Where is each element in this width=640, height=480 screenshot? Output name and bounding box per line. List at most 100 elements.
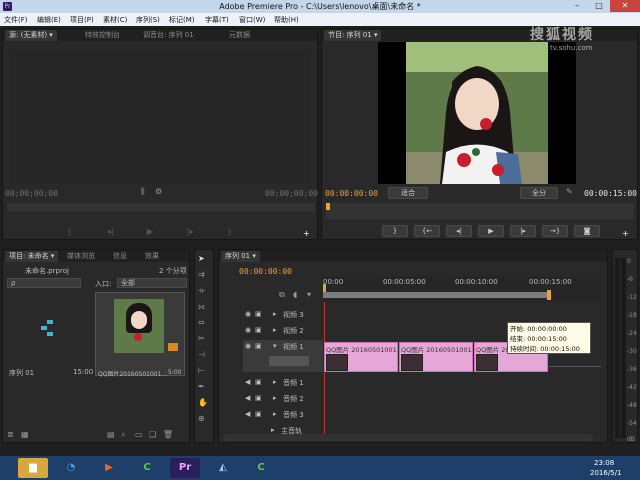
program-step-back-icon[interactable]: ◂| <box>446 225 472 237</box>
lock-icon[interactable]: ▣ <box>255 326 262 334</box>
timeline-ruler[interactable]: 00:00 00:00:05:00 00:00:10:00 00:00:15:0… <box>323 276 601 302</box>
speaker-icon[interactable]: ◀ <box>245 378 250 386</box>
menu-window[interactable]: 窗口(W) <box>239 15 265 25</box>
program-quality-dropdown[interactable]: 全分 <box>520 187 558 199</box>
razor-tool-icon[interactable]: ✂ <box>198 334 205 344</box>
find-icon[interactable]: ⌕ <box>121 430 125 440</box>
timeline-clip[interactable]: QQ图片 20160501001 <box>399 342 473 372</box>
file-explorer-icon[interactable]: ▆ <box>18 458 48 478</box>
tab-info[interactable]: 信息 <box>109 251 131 262</box>
program-add-button-icon[interactable]: + <box>622 229 629 239</box>
zoom-tool-icon[interactable]: ⊕ <box>198 414 205 424</box>
expand-icon[interactable]: ▸ <box>273 378 277 386</box>
timeline-clip[interactable]: QQ图片 20160501001 <box>324 342 398 372</box>
program-play-icon[interactable]: ▶ <box>478 225 504 237</box>
source-markers-icon[interactable]: ⫼ <box>141 187 145 197</box>
program-go-out-icon[interactable]: →} <box>542 225 568 237</box>
expand-icon[interactable]: ▸ <box>273 326 277 334</box>
list-view-icon[interactable]: ≣ <box>7 430 14 440</box>
tab-effect-controls[interactable]: 特效控制台 <box>81 30 124 41</box>
program-step-forward-icon[interactable]: |▸ <box>510 225 536 237</box>
program-fit-dropdown[interactable]: 适合 <box>388 187 428 199</box>
track-header-video1[interactable]: ◉ ▣ ▾ 视频 1 <box>243 340 323 372</box>
collapse-icon[interactable]: ▾ <box>273 342 277 350</box>
track-header-audio3[interactable]: ◀ ▣ ▸ 音频 3 <box>245 408 345 421</box>
program-time-ruler[interactable] <box>326 203 634 219</box>
marker-icon[interactable]: ◖ <box>293 290 297 300</box>
timeline-playhead[interactable] <box>323 284 326 292</box>
track-header-audio2[interactable]: ◀ ▣ ▸ 音频 2 <box>245 392 345 405</box>
lock-icon[interactable]: ▣ <box>255 410 262 418</box>
lock-icon[interactable]: ▣ <box>255 378 262 386</box>
expand-icon[interactable]: ▸ <box>273 310 277 318</box>
tab-project[interactable]: 项目: 未命名 ▾ <box>5 251 59 262</box>
project-item-sequence[interactable]: 序列 01 15:00 <box>7 292 93 377</box>
tab-metadata[interactable]: 元数据 <box>225 30 254 41</box>
icon-view-icon[interactable]: ▦ <box>21 430 29 440</box>
tab-program[interactable]: 节目: 序列 01 ▾ <box>324 30 382 41</box>
program-timecode-current[interactable]: 00:00:00:00 <box>325 189 378 198</box>
rolling-edit-tool-icon[interactable]: ⟗ <box>198 302 205 312</box>
taskbar-clock-date[interactable]: 2016/5/1 <box>590 469 621 477</box>
source-step-back-icon[interactable]: ◂| <box>107 227 114 236</box>
qq-icon[interactable]: ◔ <box>56 458 86 478</box>
rate-stretch-tool-icon[interactable]: ⇔ <box>198 318 205 328</box>
eye-icon[interactable]: ◉ <box>245 326 251 334</box>
tab-media-browser[interactable]: 媒体浏览 <box>63 251 99 262</box>
delete-icon[interactable]: 🗑 <box>163 430 173 440</box>
camtasia-icon[interactable]: C <box>132 458 162 478</box>
expand-icon[interactable]: ▸ <box>273 394 277 402</box>
tab-source[interactable]: 源: (无素材) ▾ <box>5 30 57 41</box>
eye-icon[interactable]: ◉ <box>245 342 251 350</box>
source-settings-icon[interactable]: ⚙ <box>155 187 162 197</box>
source-mark-in-icon[interactable]: { <box>67 227 72 236</box>
source-play-icon[interactable]: ▶ <box>147 227 153 236</box>
source-mark-out-icon[interactable]: } <box>227 227 232 236</box>
track-select-tool-icon[interactable]: ⇉ <box>198 270 205 280</box>
source-time-ruler[interactable] <box>7 203 315 211</box>
program-playhead[interactable] <box>326 203 330 210</box>
new-item-icon[interactable]: ❏ <box>149 430 156 440</box>
lock-icon[interactable]: ▣ <box>255 310 262 318</box>
timeline-timecode[interactable]: 00:00:00:00 <box>239 267 292 276</box>
work-area-bar[interactable] <box>323 292 549 298</box>
set-marker-icon[interactable]: ▾ <box>307 290 311 300</box>
track-header-video2[interactable]: ◉ ▣ ▸ 视频 2 <box>245 324 345 337</box>
premiere-taskbar-icon[interactable]: Pr <box>170 458 200 478</box>
timeline-scrollbar[interactable] <box>223 434 593 441</box>
expand-icon[interactable]: ▸ <box>273 410 277 418</box>
new-bin-icon[interactable]: ▭ <box>135 430 143 440</box>
menu-file[interactable]: 文件(F) <box>4 15 28 25</box>
tab-effects[interactable]: 效果 <box>141 251 163 262</box>
hand-tool-icon[interactable]: ✋ <box>198 398 208 408</box>
menu-title[interactable]: 字幕(T) <box>205 15 229 25</box>
tab-audio-mixer[interactable]: 调音台: 序列 01 <box>139 30 198 41</box>
visual-studio-icon[interactable]: ◭ <box>208 458 238 478</box>
source-step-forward-icon[interactable]: |▸ <box>187 227 194 236</box>
menu-help[interactable]: 帮助(H) <box>274 15 299 25</box>
speaker-icon[interactable]: ◀ <box>245 394 250 402</box>
automate-icon[interactable]: ▤ <box>107 430 115 440</box>
close-button[interactable]: ✕ <box>610 0 640 12</box>
program-go-in-icon[interactable]: {← <box>414 225 440 237</box>
program-mark-in-icon[interactable]: } <box>382 225 408 237</box>
program-export-frame-icon[interactable]: ◙ <box>574 225 600 237</box>
menu-project[interactable]: 项目(P) <box>70 15 94 25</box>
track-keyframe-control[interactable] <box>269 356 309 366</box>
slide-tool-icon[interactable]: ⊢ <box>198 366 205 376</box>
program-wrench-icon[interactable]: ✎ <box>566 187 573 197</box>
selection-tool-icon[interactable]: ➤ <box>198 254 205 264</box>
eye-icon[interactable]: ◉ <box>245 310 251 318</box>
source-add-button-icon[interactable]: + <box>303 229 310 239</box>
minimize-button[interactable]: – <box>566 0 588 12</box>
media-player-icon[interactable]: ▶ <box>94 458 124 478</box>
menu-clip[interactable]: 素材(C) <box>103 15 127 25</box>
maximize-button[interactable]: □ <box>588 0 610 12</box>
lock-icon[interactable]: ▣ <box>255 342 262 350</box>
camtasia-recorder-icon[interactable]: C <box>246 458 276 478</box>
track-header-audio1[interactable]: ◀ ▣ ▸ 音频 1 <box>245 376 345 389</box>
menu-sequence[interactable]: 序列(S) <box>136 15 160 25</box>
pen-tool-icon[interactable]: ✒ <box>198 382 205 392</box>
snap-icon[interactable]: ⧉ <box>279 290 285 300</box>
track-header-video3[interactable]: ◉ ▣ ▸ 视频 3 <box>245 308 345 321</box>
